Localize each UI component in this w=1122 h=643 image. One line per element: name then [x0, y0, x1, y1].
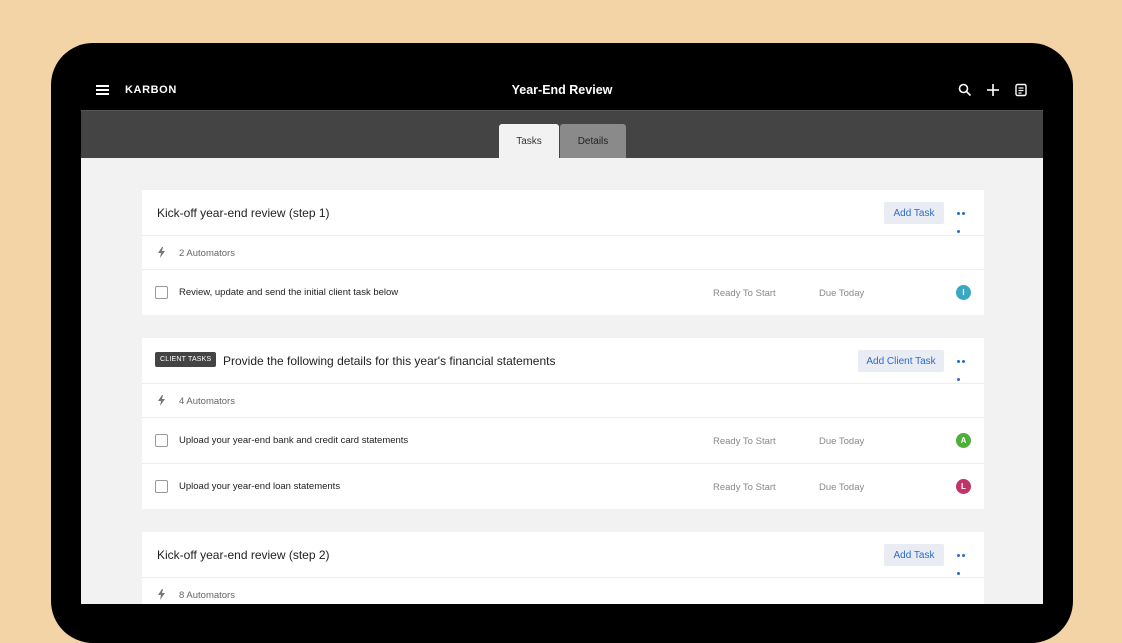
add-task-button[interactable]: Add Task: [884, 202, 944, 224]
lightning-icon: [158, 395, 165, 406]
notes-icon[interactable]: [1014, 83, 1028, 97]
automators-row[interactable]: 8 Automators: [142, 578, 984, 604]
task-checkbox[interactable]: [155, 480, 168, 493]
tab-tasks[interactable]: Tasks: [499, 124, 559, 158]
task-section: Kick-off year-end review (step 2) Add Ta…: [142, 532, 984, 604]
task-row: Upload your year-end bank and credit car…: [142, 418, 984, 464]
section-title: Kick-off year-end review (step 1): [157, 206, 330, 220]
tab-bar: Tasks Details: [81, 110, 1043, 158]
more-options-icon[interactable]: [957, 360, 971, 381]
task-due: Due Today: [819, 482, 865, 493]
lightning-icon: [158, 589, 165, 600]
lightning-icon: [158, 247, 165, 258]
automators-count: 4 Automators: [179, 396, 235, 407]
add-icon[interactable]: [986, 83, 1000, 97]
task-title[interactable]: Upload your year-end bank and credit car…: [179, 435, 408, 446]
task-title[interactable]: Upload your year-end loan statements: [179, 481, 340, 492]
task-status: Ready To Start: [713, 482, 776, 493]
section-header: Kick-off year-end review (step 1) Add Ta…: [142, 190, 984, 236]
app-screen: KARBON Year-End Review Tasks Details Kic…: [81, 71, 1043, 604]
search-icon[interactable]: [958, 83, 972, 97]
section-title: Provide the following details for this y…: [223, 354, 556, 368]
task-row: Review, update and send the initial clie…: [142, 270, 984, 315]
task-due: Due Today: [819, 436, 865, 447]
automators-count: 2 Automators: [179, 248, 235, 259]
task-title[interactable]: Review, update and send the initial clie…: [179, 287, 398, 298]
client-task-section: CLIENT TASKS Provide the following detai…: [142, 338, 984, 509]
top-bar: KARBON Year-End Review: [81, 71, 1043, 110]
section-header: CLIENT TASKS Provide the following detai…: [142, 338, 984, 384]
task-status: Ready To Start: [713, 436, 776, 447]
section-title: Kick-off year-end review (step 2): [157, 548, 330, 562]
automators-row[interactable]: 2 Automators: [142, 236, 984, 270]
automators-row[interactable]: 4 Automators: [142, 384, 984, 418]
more-options-icon[interactable]: [957, 554, 971, 575]
page-title: Year-End Review: [511, 83, 613, 97]
avatar[interactable]: L: [956, 479, 971, 494]
task-due: Due Today: [819, 288, 865, 299]
add-task-button[interactable]: Add Task: [884, 544, 944, 566]
tab-details[interactable]: Details: [560, 124, 626, 158]
task-row: Upload your year-end loan statements Rea…: [142, 464, 984, 509]
task-status: Ready To Start: [713, 288, 776, 299]
avatar[interactable]: I: [956, 285, 971, 300]
avatar[interactable]: A: [956, 433, 971, 448]
task-checkbox[interactable]: [155, 286, 168, 299]
add-client-task-button[interactable]: Add Client Task: [858, 350, 944, 372]
task-checkbox[interactable]: [155, 434, 168, 447]
section-header: Kick-off year-end review (step 2) Add Ta…: [142, 532, 984, 578]
task-section: Kick-off year-end review (step 1) Add Ta…: [142, 190, 984, 315]
client-tasks-badge: CLIENT TASKS: [155, 352, 217, 367]
more-options-icon[interactable]: [957, 212, 971, 233]
automators-count: 8 Automators: [179, 590, 235, 601]
